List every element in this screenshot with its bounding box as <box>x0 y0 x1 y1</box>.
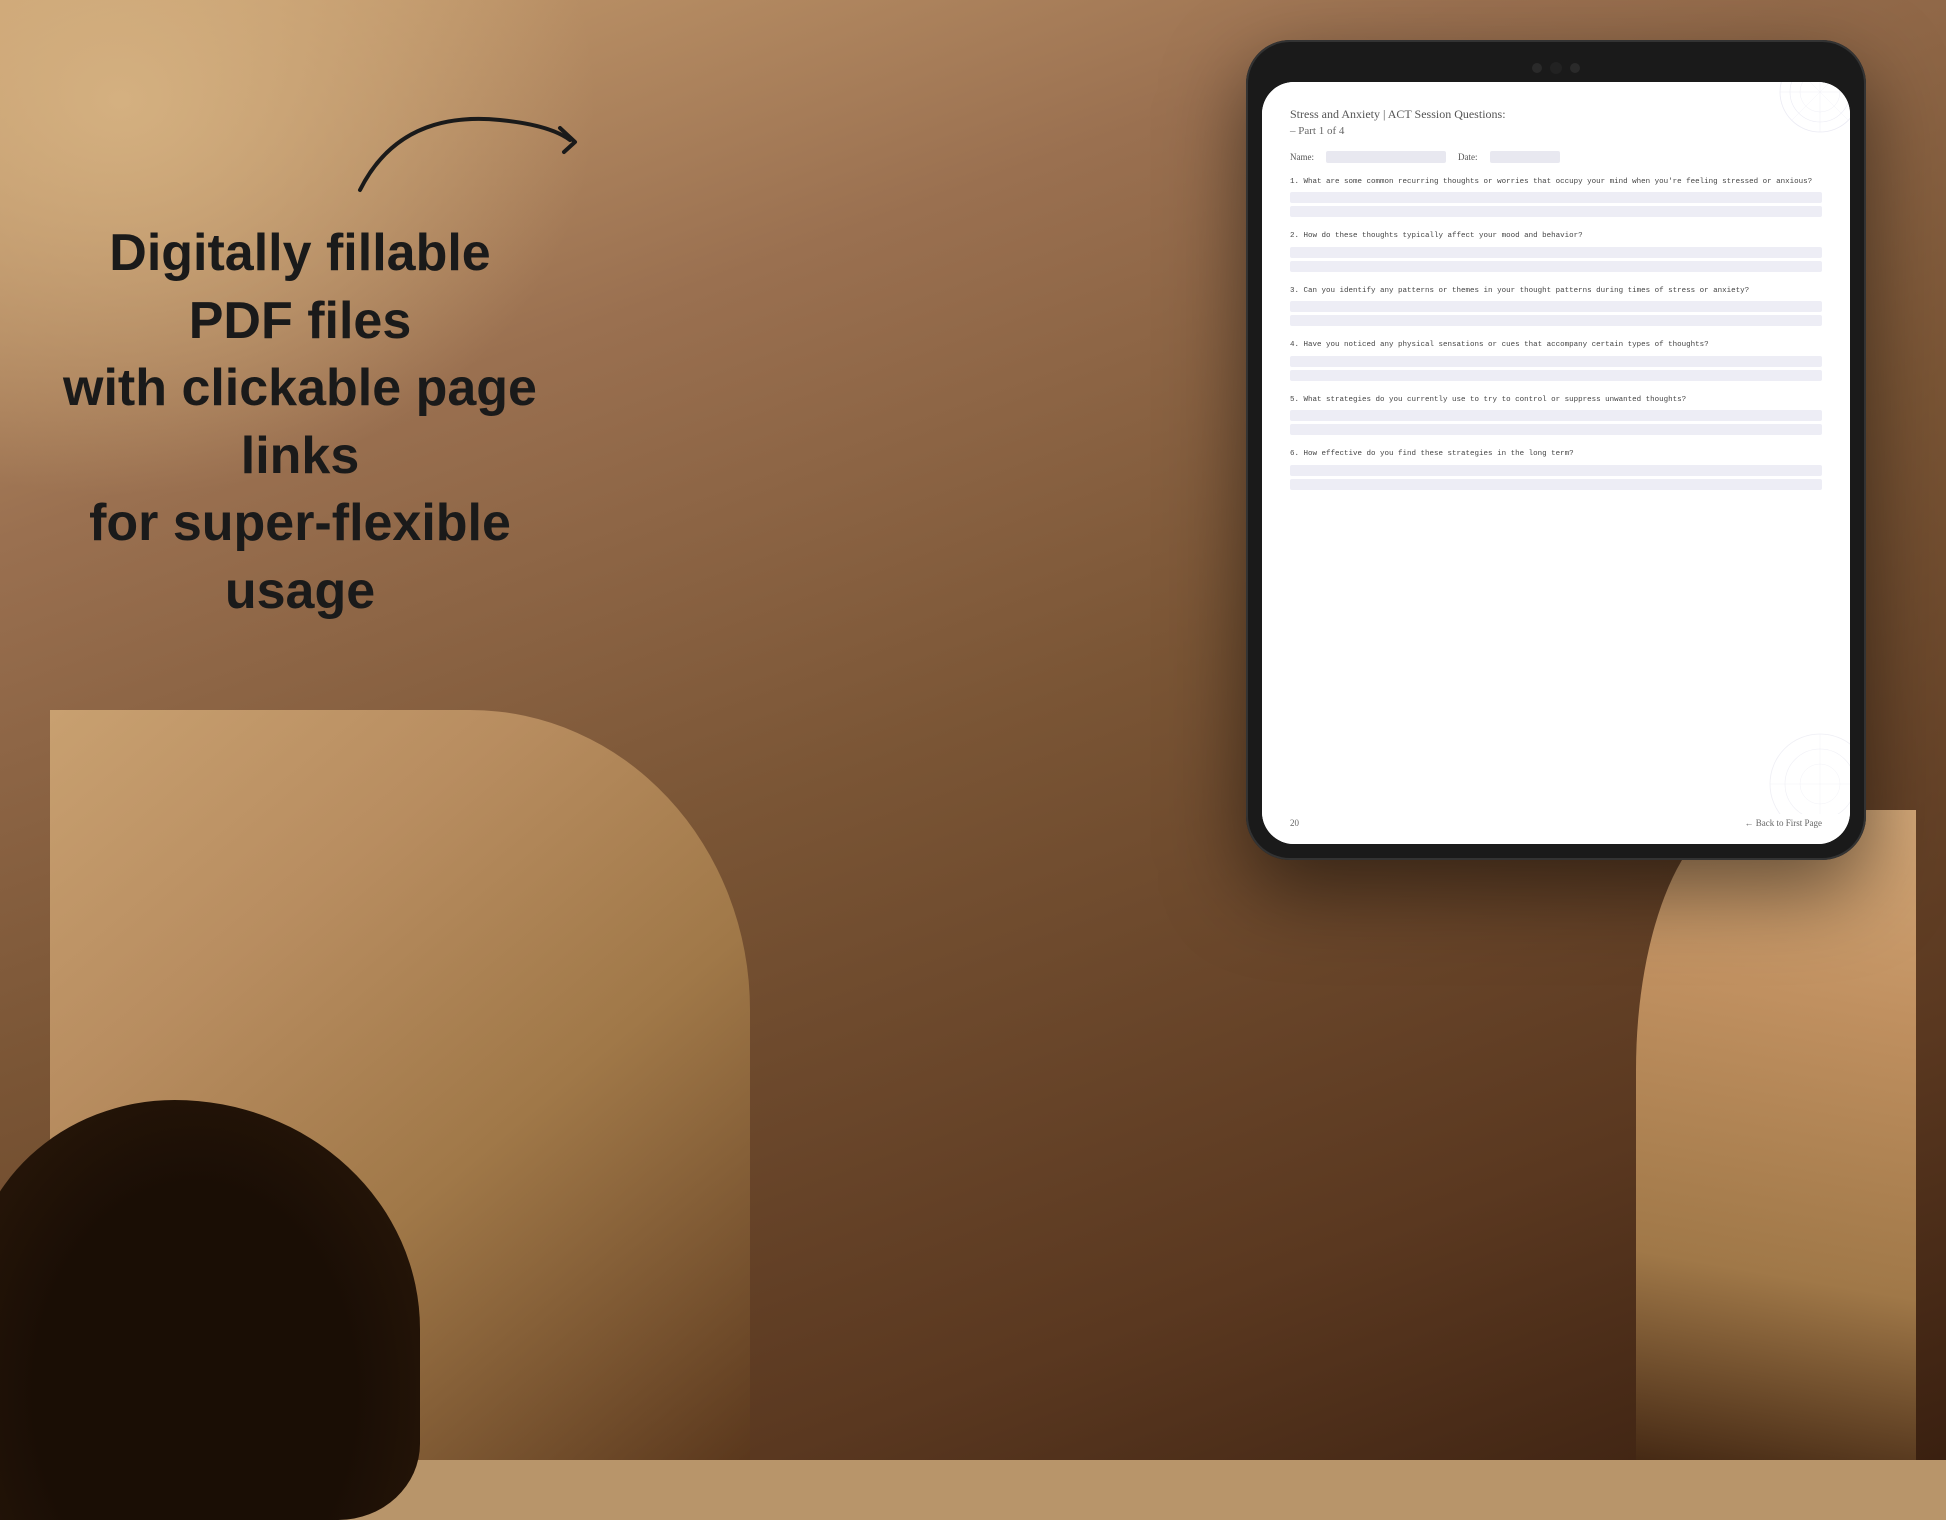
answer-line <box>1290 301 1822 312</box>
back-to-first-page-link[interactable]: ← Back to First Page <box>1745 818 1823 828</box>
question-4-text: 4. Have you noticed any physical sensati… <box>1290 340 1822 351</box>
marketing-text: Digitally fillable PDF files with clicka… <box>60 220 540 626</box>
camera-dot-right <box>1570 63 1580 73</box>
answer-line <box>1290 370 1822 381</box>
answer-line <box>1290 465 1822 476</box>
camera-lens <box>1550 62 1562 74</box>
text-line-2: with clickable page links <box>63 359 537 485</box>
question-5-text: 5. What strategies do you currently use … <box>1290 395 1822 406</box>
question-5-answer[interactable] <box>1290 410 1822 435</box>
date-input-field[interactable] <box>1490 151 1560 163</box>
question-1-answer[interactable] <box>1290 192 1822 217</box>
camera-dot-left <box>1532 63 1542 73</box>
question-4: 4. Have you noticed any physical sensati… <box>1290 340 1822 381</box>
answer-line <box>1290 424 1822 435</box>
question-6-answer[interactable] <box>1290 465 1822 490</box>
question-6-text: 6. How effective do you find these strat… <box>1290 449 1822 460</box>
name-label: Name: <box>1290 152 1314 162</box>
answer-line <box>1290 261 1822 272</box>
pdf-document: Stress and Anxiety | ACT Session Questio… <box>1262 82 1850 844</box>
question-3-answer[interactable] <box>1290 301 1822 326</box>
tablet-camera-bar <box>1262 56 1850 82</box>
question-3-text: 3. Can you identify any patterns or them… <box>1290 286 1822 297</box>
question-1: 1. What are some common recurring though… <box>1290 177 1822 218</box>
answer-line <box>1290 479 1822 490</box>
question-2: 2. How do these thoughts typically affec… <box>1290 231 1822 272</box>
question-3: 3. Can you identify any patterns or them… <box>1290 286 1822 327</box>
question-4-answer[interactable] <box>1290 356 1822 381</box>
tablet-device: Stress and Anxiety | ACT Session Questio… <box>1246 40 1866 860</box>
question-6: 6. How effective do you find these strat… <box>1290 449 1822 490</box>
page-number: 20 <box>1290 818 1299 828</box>
question-5: 5. What strategies do you currently use … <box>1290 395 1822 436</box>
text-line-3: for super-flexible usage <box>89 494 511 620</box>
date-label: Date: <box>1458 152 1478 162</box>
answer-line <box>1290 247 1822 258</box>
answer-line <box>1290 315 1822 326</box>
marketing-text-content: Digitally fillable PDF files with clicka… <box>60 220 540 626</box>
answer-line <box>1290 206 1822 217</box>
answer-line <box>1290 192 1822 203</box>
tablet-screen: Stress and Anxiety | ACT Session Questio… <box>1262 82 1850 844</box>
arrow-decoration <box>320 60 600 220</box>
question-1-text: 1. What are some common recurring though… <box>1290 177 1822 188</box>
deco-bottom-right <box>1740 724 1850 814</box>
name-input-field[interactable] <box>1326 151 1446 163</box>
pdf-footer: 20 ← Back to First Page <box>1290 810 1822 828</box>
answer-line <box>1290 410 1822 421</box>
text-line-1: Digitally fillable PDF files <box>109 224 490 350</box>
answer-line <box>1290 356 1822 367</box>
deco-top-right <box>1720 82 1850 162</box>
question-2-text: 2. How do these thoughts typically affec… <box>1290 231 1822 242</box>
question-2-answer[interactable] <box>1290 247 1822 272</box>
